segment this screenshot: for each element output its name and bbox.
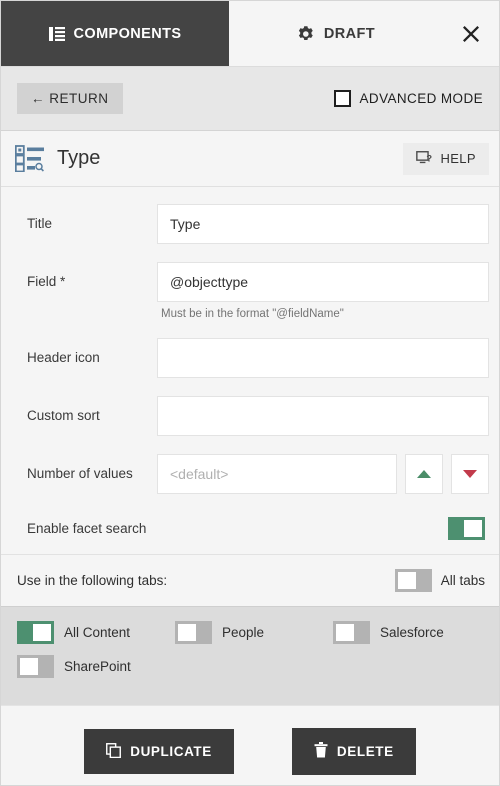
triangle-up-icon [417, 470, 431, 478]
facet-editor-panel: COMPONENTS DRAFT ← RETURN ADVANCED MODE [0, 0, 500, 786]
header-icon-field-wrap [157, 338, 489, 378]
tab-toggle[interactable] [175, 621, 212, 644]
number-of-values-stepper [157, 454, 489, 494]
field-input[interactable] [157, 262, 489, 302]
tab-draft-label: DRAFT [323, 25, 376, 42]
action-bar: ← RETURN ADVANCED MODE [1, 67, 499, 131]
all-tabs-label: All tabs [440, 573, 485, 588]
header-icon-input[interactable] [157, 338, 489, 378]
toggle-knob [20, 658, 38, 675]
tab-toggle-people[interactable]: People [175, 621, 333, 644]
tab-draft[interactable]: DRAFT [229, 1, 443, 66]
triangle-down-icon [463, 470, 477, 478]
trash-icon [314, 742, 328, 761]
duplicate-button[interactable]: DUPLICATE [84, 728, 234, 774]
panel-header: Type ? HELP [1, 131, 499, 187]
toggle-knob [178, 624, 196, 641]
tab-toggle-label: Salesforce [380, 625, 444, 640]
form-row-title: Title [1, 195, 499, 253]
toggle-knob [397, 572, 416, 589]
tab-toggle-salesforce[interactable]: Salesforce [333, 621, 491, 644]
toggle-knob [336, 624, 354, 641]
increment-button[interactable] [405, 454, 443, 494]
enable-facet-search-toggle[interactable] [448, 517, 485, 540]
tab-toggle-sharepoint[interactable]: SharePoint [17, 655, 175, 678]
toggle-knob [33, 624, 51, 641]
tabs-section-header: Use in the following tabs: All tabs [1, 554, 499, 607]
delete-button[interactable]: DELETE [291, 728, 416, 775]
tab-toggle-label: SharePoint [64, 659, 131, 674]
advanced-mode-label: ADVANCED MODE [359, 91, 483, 106]
window-tabbar: COMPONENTS DRAFT [1, 1, 499, 67]
return-button[interactable]: ← RETURN [17, 82, 123, 115]
all-tabs-toggle[interactable] [394, 569, 432, 592]
tab-toggle-label: All Content [64, 625, 131, 640]
field-label: Field * [27, 274, 66, 289]
header-icon-label: Header icon [27, 350, 100, 365]
title-input[interactable] [157, 204, 489, 244]
tab-components-label: COMPONENTS [73, 25, 182, 42]
custom-sort-label: Custom sort [27, 408, 100, 423]
facet-list-icon [15, 145, 45, 172]
gear-icon [297, 25, 315, 43]
number-of-values-field-wrap [157, 454, 489, 494]
tabs-grid: All Content People Salesforce SharePoint [17, 621, 499, 689]
help-button-label: HELP [440, 151, 476, 166]
layout-columns-icon [48, 26, 65, 41]
tabs-list: All Content People Salesforce SharePoint [1, 607, 499, 705]
close-icon[interactable] [443, 1, 499, 66]
facet-settings-form: Title Field * Must be in the format "@fi… [1, 187, 499, 554]
form-row-enable-facet-search: Enable facet search [1, 503, 499, 554]
field-field-wrap: Must be in the format "@fieldName" [157, 262, 489, 320]
advanced-mode-checkbox[interactable] [333, 90, 351, 107]
page-title: Type [57, 147, 101, 169]
tabs-section-heading: Use in the following tabs: [17, 573, 168, 588]
custom-sort-input[interactable] [157, 396, 489, 436]
duplicate-button-label: DUPLICATE [130, 743, 212, 759]
tab-toggle[interactable] [17, 621, 54, 644]
toggle-knob [464, 520, 482, 537]
svg-text:?: ? [427, 153, 433, 163]
tab-toggle-all-content[interactable]: All Content [17, 621, 175, 644]
form-row-header-icon: Header icon [1, 329, 499, 387]
tab-components[interactable]: COMPONENTS [1, 1, 229, 66]
all-tabs-control[interactable]: All tabs [394, 569, 485, 592]
screen-question-icon: ? [416, 150, 433, 167]
enable-facet-search-label: Enable facet search [27, 521, 147, 536]
custom-sort-field-wrap [157, 396, 489, 436]
title-label: Title [27, 216, 53, 231]
number-of-values-input[interactable] [157, 454, 397, 494]
form-row-custom-sort: Custom sort [1, 387, 499, 445]
field-hint: Must be in the format "@fieldName" [161, 308, 344, 320]
form-row-number-of-values: Number of values [1, 445, 499, 503]
panel-footer: DUPLICATE DELETE [1, 705, 499, 785]
number-of-values-label: Number of values [27, 466, 133, 481]
form-row-field: Field * Must be in the format "@fieldNam… [1, 253, 499, 329]
tab-toggle-label: People [222, 625, 265, 640]
delete-button-label: DELETE [336, 743, 394, 759]
help-button[interactable]: ? HELP [403, 142, 489, 175]
advanced-mode-control[interactable]: ADVANCED MODE [333, 90, 483, 107]
copy-icon [106, 742, 122, 761]
decrement-button[interactable] [451, 454, 489, 494]
tab-toggle[interactable] [333, 621, 370, 644]
title-field-wrap [157, 204, 489, 244]
tab-toggle[interactable] [17, 655, 54, 678]
